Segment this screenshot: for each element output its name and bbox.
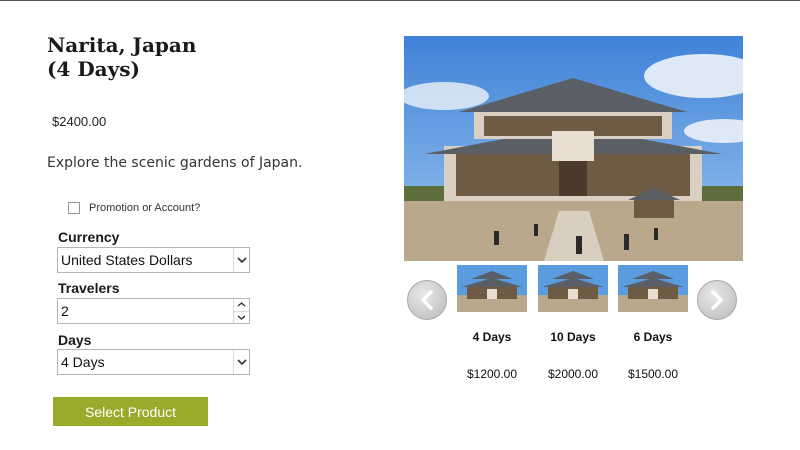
carousel-next-button[interactable] <box>697 280 737 320</box>
variant-name[interactable]: 10 Days <box>537 330 609 344</box>
product-title-line-1: Narita, Japan <box>47 33 197 57</box>
variant-thumbnail[interactable] <box>618 265 688 312</box>
chevron-down-icon[interactable] <box>234 312 249 324</box>
variant-name[interactable]: 6 Days <box>617 330 689 344</box>
chevron-down-icon <box>233 248 249 272</box>
variant-price: $1500.00 <box>627 367 679 381</box>
chevron-down-icon <box>233 350 249 374</box>
select-product-button[interactable]: Select Product <box>53 397 208 426</box>
carousel-prev-button[interactable] <box>407 280 447 320</box>
promotion-label: Promotion or Account? <box>89 202 201 214</box>
variant-name[interactable]: 4 Days <box>456 330 528 344</box>
product-title-line-2: (4 Days) <box>47 57 140 81</box>
variant-thumbnail[interactable] <box>457 265 527 312</box>
product-description: Explore the scenic gardens of Japan. <box>47 155 303 171</box>
travelers-stepper[interactable]: 2 <box>57 298 250 324</box>
product-price: $2400.00 <box>52 114 107 129</box>
product-title: Narita, Japan (4 Days) <box>47 33 347 81</box>
days-label: Days <box>58 332 92 348</box>
variant-price: $1200.00 <box>466 367 518 381</box>
variant-price: $2000.00 <box>547 367 599 381</box>
top-border <box>0 0 800 1</box>
travelers-label: Travelers <box>58 280 120 296</box>
travelers-value: 2 <box>61 303 69 319</box>
variant-thumbnail[interactable] <box>538 265 608 312</box>
days-select[interactable]: 4 Days <box>57 349 250 375</box>
stepper-arrows[interactable] <box>233 299 249 323</box>
chevron-right-icon <box>711 290 723 310</box>
chevron-left-icon <box>421 290 433 310</box>
currency-value: United States Dollars <box>61 252 193 268</box>
promotion-option[interactable]: Promotion or Account? <box>68 202 200 214</box>
currency-label: Currency <box>58 229 120 245</box>
promotion-checkbox[interactable] <box>68 202 80 214</box>
chevron-up-icon[interactable] <box>234 299 249 312</box>
days-value: 4 Days <box>61 354 105 370</box>
currency-select[interactable]: United States Dollars <box>57 247 250 273</box>
temple-photo <box>404 36 743 261</box>
